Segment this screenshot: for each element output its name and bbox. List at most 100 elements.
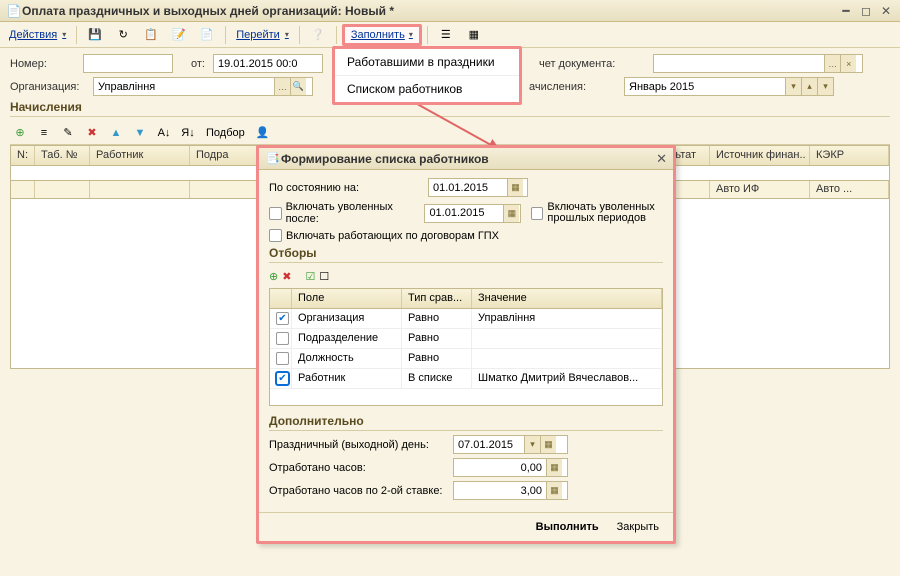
filter-add-button[interactable]: ⊕ xyxy=(269,270,278,283)
accr-month-field[interactable]: ▾▴▾ xyxy=(624,77,834,96)
grid-edit-button[interactable]: ✎ xyxy=(58,123,78,143)
sort-asc-icon: A↓ xyxy=(158,127,171,139)
fcol-cmp[interactable]: Тип срав... xyxy=(402,289,472,308)
modal-close-button[interactable]: ✕ xyxy=(656,151,667,167)
pencil-icon: ✎ xyxy=(63,126,72,139)
close-button[interactable]: ✕ xyxy=(878,4,894,18)
fill-menu-button[interactable]: Заполнить xyxy=(342,24,422,46)
maximize-button[interactable]: ◻ xyxy=(858,4,874,18)
grid-insert-button[interactable]: ≡ xyxy=(34,123,54,143)
calendar-icon[interactable]: ▦ xyxy=(507,179,523,196)
col-kekr[interactable]: КЭКР xyxy=(810,146,889,165)
actions-menu[interactable]: Действия xyxy=(4,25,71,45)
col-worker[interactable]: Работник xyxy=(90,146,190,165)
include-gph-label: Включать работающих по договорам ГПХ xyxy=(286,230,499,242)
toolbar-btn-5[interactable]: 📄 xyxy=(194,25,220,45)
dropdown-icon[interactable]: ▾ xyxy=(785,78,801,95)
menu-item-worked-holidays[interactable]: Работавшими в праздники xyxy=(335,49,519,76)
filter-row-checkbox[interactable] xyxy=(276,332,289,345)
filter-row[interactable]: Должность Равно xyxy=(270,349,662,369)
insert-icon: ≡ xyxy=(41,127,47,139)
copy-icon: 📋 xyxy=(143,27,159,43)
grid-up-button[interactable]: ▲ xyxy=(106,123,126,143)
as-of-label: По состоянию на: xyxy=(269,182,424,194)
modal-icon: 📑 xyxy=(265,151,281,167)
open-icon[interactable]: 🔍 xyxy=(290,78,306,95)
include-fired-checkbox[interactable] xyxy=(269,207,282,220)
toolbar-btn-4[interactable]: 📝 xyxy=(166,25,192,45)
foot-auto-if: Авто ИФ xyxy=(710,181,810,198)
include-fired-prev-checkbox[interactable] xyxy=(531,207,544,220)
filter-row[interactable]: Подразделение Равно xyxy=(270,329,662,349)
include-fired-date-field[interactable]: ▦ xyxy=(424,204,520,223)
col-tabn[interactable]: Таб. № xyxy=(35,146,90,165)
menu-item-by-list[interactable]: Списком работников xyxy=(335,76,519,102)
toolbar-extra-1[interactable]: ☰ xyxy=(433,25,459,45)
as-of-field[interactable]: ▦ xyxy=(428,178,528,197)
holiday-field[interactable]: ▾▦ xyxy=(453,435,568,454)
filter-checkall-button[interactable]: ☑ xyxy=(305,270,315,283)
select-icon[interactable]: … xyxy=(274,78,290,95)
arrow-up-icon: ▲ xyxy=(111,127,122,139)
plus-icon: ⊕ xyxy=(269,271,278,283)
person-icon: 👤 xyxy=(256,126,270,139)
minimize-button[interactable]: ━ xyxy=(838,4,854,18)
col-n[interactable]: N: xyxy=(11,146,35,165)
filters-toolbar: ⊕ ✖ ☑ ☐ xyxy=(269,267,663,286)
grid-delete-button[interactable]: ✖ xyxy=(82,123,102,143)
calendar-icon[interactable]: ▦ xyxy=(540,436,556,453)
filter-row-checkbox[interactable]: ✔ xyxy=(276,372,289,385)
fcol-value[interactable]: Значение xyxy=(472,289,662,308)
arrow-down-icon: ▼ xyxy=(135,127,146,139)
dropdown-icon[interactable]: ▾ xyxy=(524,436,540,453)
number-field[interactable] xyxy=(83,54,173,73)
hours-label: Отработано часов: xyxy=(269,462,449,474)
modal-close-link[interactable]: Закрыть xyxy=(613,519,663,535)
grid-sort-asc-button[interactable]: A↓ xyxy=(154,123,174,143)
grid-add-button[interactable]: ⊕ xyxy=(10,123,30,143)
calc-icon[interactable]: ▦ xyxy=(546,459,562,476)
cross-icon: ✖ xyxy=(282,271,291,283)
main-toolbar: Действия 💾 ↻ 📋 📝 📄 Перейти ❔ Заполнить ☰… xyxy=(0,22,900,48)
podbor-button[interactable]: Подбор xyxy=(206,127,245,139)
calendar-icon[interactable]: ▦ xyxy=(503,205,519,222)
spinner-up-icon[interactable]: ▴ xyxy=(801,78,817,95)
toolbar-btn-1[interactable]: 💾 xyxy=(82,25,108,45)
grid-down-button[interactable]: ▼ xyxy=(130,123,150,143)
select-icon[interactable]: … xyxy=(824,55,840,72)
filter-row[interactable]: ✔ Организация Равно Управління xyxy=(270,309,662,329)
include-fired-label: Включать уволенных после: xyxy=(286,201,421,225)
toolbar-extra-2[interactable]: ▦ xyxy=(461,25,487,45)
holiday-label: Праздничный (выходной) день: xyxy=(269,439,449,451)
extra-section-title: Дополнительно xyxy=(269,414,663,431)
spinner-down-icon[interactable]: ▾ xyxy=(817,78,833,95)
filter-row[interactable]: ✔ Работник В списке Шматко Дмитрий Вячес… xyxy=(270,369,662,389)
window-title: Оплата праздничных и выходных дней орган… xyxy=(22,4,838,18)
filter-uncheckall-button[interactable]: ☐ xyxy=(319,270,329,283)
fcol-field[interactable]: Поле xyxy=(292,289,402,308)
doc-calc-field[interactable]: …× xyxy=(653,54,863,73)
filters-section-title: Отборы xyxy=(269,246,663,263)
worker-list-modal: 📑 Формирование списка работников ✕ По со… xyxy=(256,145,676,544)
toolbar-btn-3[interactable]: 📋 xyxy=(138,25,164,45)
col-finsrc[interactable]: Источник финан.. xyxy=(710,146,810,165)
clear-icon[interactable]: × xyxy=(840,55,856,72)
grid-toolbar: ⊕ ≡ ✎ ✖ ▲ ▼ A↓ Я↓ Подбор 👤 xyxy=(10,121,890,145)
grid-person-button[interactable]: 👤 xyxy=(253,123,273,143)
hours2-field[interactable]: ▦ xyxy=(453,481,568,500)
calc-icon[interactable]: ▦ xyxy=(546,482,562,499)
app-icon: 📄 xyxy=(6,3,22,19)
org-field[interactable]: …🔍 xyxy=(93,77,313,96)
help-button[interactable]: ❔ xyxy=(305,25,331,45)
execute-button[interactable]: Выполнить xyxy=(532,519,603,535)
hours-field[interactable]: ▦ xyxy=(453,458,568,477)
doc-icon: 📄 xyxy=(199,27,215,43)
grid-sort-desc-button[interactable]: Я↓ xyxy=(178,123,198,143)
filter-row-checkbox[interactable]: ✔ xyxy=(276,312,289,325)
filter-row-checkbox[interactable] xyxy=(276,352,289,365)
filter-delete-button[interactable]: ✖ xyxy=(282,270,291,283)
include-gph-checkbox[interactable] xyxy=(269,229,282,242)
from-field[interactable]: ▦ xyxy=(213,54,323,73)
goto-menu[interactable]: Перейти xyxy=(231,25,294,45)
toolbar-btn-2[interactable]: ↻ xyxy=(110,25,136,45)
